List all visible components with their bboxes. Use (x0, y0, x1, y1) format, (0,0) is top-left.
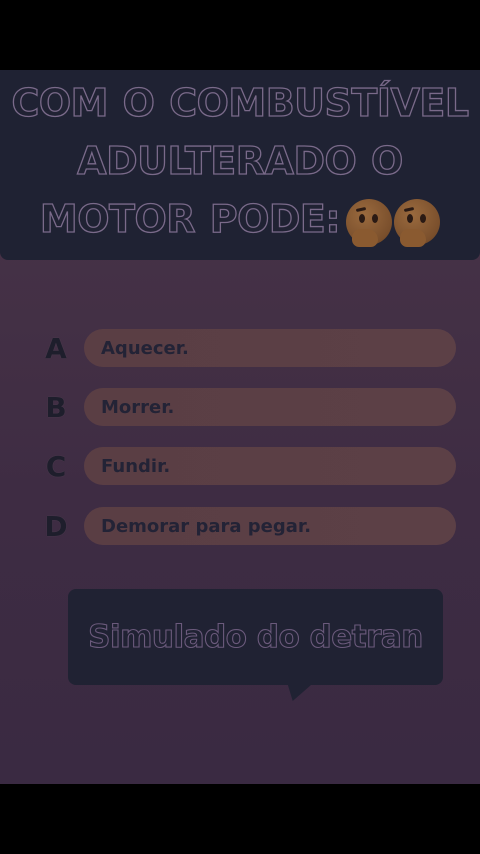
option-letter: C (45, 449, 67, 483)
speech-bubble: Simulado do detran (68, 589, 443, 685)
thinking-face-icon (346, 198, 393, 247)
option-letter: A (45, 331, 67, 365)
option-text: Fundir. (101, 455, 171, 477)
option-text: Aquecer. (101, 337, 189, 359)
option-b[interactable]: B Morrer. (36, 388, 456, 426)
top-letterbox (0, 0, 480, 70)
thinking-face-icon (394, 198, 441, 247)
option-a[interactable]: A Aquecer. (36, 329, 456, 367)
bubble-text: Simulado do detran (88, 618, 424, 655)
option-a-button[interactable]: Aquecer. (84, 329, 456, 367)
question-text: COM O COMBUSTÍVEL ADULTERADO O MOTOR POD… (8, 74, 472, 248)
option-letter: D (44, 509, 68, 543)
option-text: Demorar para pegar. (101, 515, 312, 537)
question-box: COM O COMBUSTÍVEL ADULTERADO O MOTOR POD… (0, 70, 480, 260)
bottom-letterbox (0, 784, 480, 854)
option-d[interactable]: D Demorar para pegar. (36, 507, 456, 545)
emoji-group (346, 198, 441, 247)
option-c-button[interactable]: Fundir. (84, 447, 456, 485)
option-letter: B (45, 390, 67, 424)
option-d-button[interactable]: Demorar para pegar. (84, 507, 456, 545)
option-text: Morrer. (101, 396, 175, 418)
option-b-button[interactable]: Morrer. (84, 388, 456, 426)
option-c[interactable]: C Fundir. (36, 447, 456, 485)
